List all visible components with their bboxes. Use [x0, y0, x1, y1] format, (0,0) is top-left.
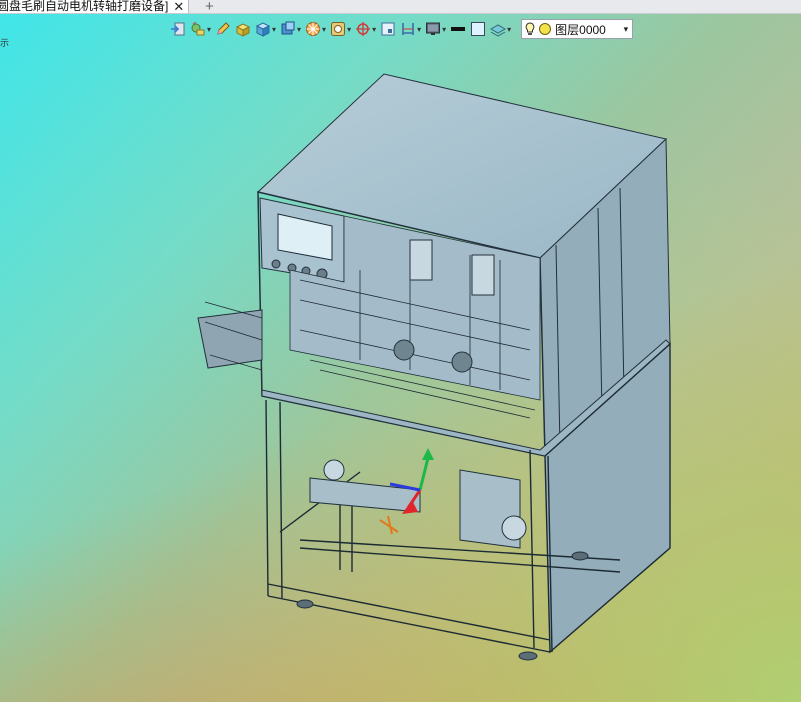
import-icon [171, 22, 185, 36]
box-icon [235, 23, 251, 37]
layer-name: 图层0000 [555, 22, 606, 37]
snap-icon [331, 22, 346, 36]
cube-button[interactable]: ▾ [255, 21, 276, 37]
view-cube-button[interactable]: ▾ [280, 21, 301, 37]
section-button[interactable]: ▾ [305, 21, 326, 37]
import-button[interactable] [170, 21, 186, 37]
render-style-icon [191, 21, 205, 36]
tab-title: 圆盘毛刷自动电机转轴打磨设备] [0, 0, 169, 13]
chevron-down-icon: ▾ [347, 24, 352, 34]
tab-bar: 圆盘毛刷自动电机转轴打磨设备] ✕ + [0, 0, 801, 15]
monitor-icon [426, 22, 441, 35]
chevron-down-icon: ▾ [507, 24, 512, 34]
white-square-icon [471, 22, 486, 36]
foot [571, 551, 589, 561]
pivot-button[interactable]: ▾ [355, 21, 376, 37]
cube-icon [255, 22, 271, 37]
display-button[interactable]: ▾ [425, 21, 446, 37]
brush-disc [393, 339, 415, 361]
render-style-button[interactable]: ▾ [190, 21, 211, 37]
pulley [501, 515, 527, 541]
knob [271, 259, 281, 269]
chevron-down-icon: ▾ [417, 24, 422, 34]
chevron-down-icon: ▾ [322, 24, 327, 34]
layer-color-icon [539, 23, 552, 35]
snap-button[interactable]: ▾ [330, 21, 351, 37]
view-cube-icon [281, 21, 295, 35]
close-icon[interactable]: ✕ [173, 0, 184, 13]
chevron-down-icon: ▾ [442, 24, 447, 34]
fill-color-button[interactable] [470, 21, 486, 37]
document-tab[interactable]: 圆盘毛刷自动电机转轴打磨设备] ✕ [0, 0, 190, 13]
viewport-hint-text: 示 [0, 38, 10, 48]
layer-stack-icon [490, 24, 507, 37]
box-button[interactable] [235, 21, 251, 37]
pencil-icon [217, 22, 230, 35]
line-color-button[interactable] [450, 21, 466, 37]
foot [518, 651, 538, 661]
sketch-button[interactable] [215, 21, 231, 37]
machine-3d-model[interactable] [0, 0, 801, 702]
chevron-down-icon: ▾ [207, 24, 212, 34]
cylinder [409, 239, 433, 281]
brush-disc [451, 351, 473, 373]
frame-button[interactable] [380, 21, 396, 37]
dimension-button[interactable]: ▾ [400, 21, 421, 37]
chevron-down-icon: ▾ [372, 24, 377, 34]
lightbulb-icon[interactable] [525, 22, 535, 36]
pulley [323, 459, 345, 481]
chevron-down-icon: ▾ [297, 24, 302, 34]
foot [296, 599, 314, 609]
add-tab-icon[interactable]: + [205, 0, 214, 15]
chevron-down-icon: ▾ [623, 23, 629, 34]
feed-conveyor [197, 309, 263, 369]
section-icon [306, 22, 321, 36]
frame-icon [381, 22, 395, 36]
crosshair-icon [356, 22, 371, 36]
layer-dropdown[interactable]: 图层0000 ▾ [521, 19, 634, 39]
motor-mount [309, 477, 421, 513]
cylinder [471, 254, 495, 296]
layer-manager-button[interactable]: ▾ [490, 21, 511, 37]
dimension-icon [402, 23, 414, 35]
black-line-icon [451, 27, 466, 31]
chevron-down-icon: ▾ [272, 24, 277, 34]
view-toolbar: ▾ ▾ ▾ ▾ ▾ ▾ ▾ ▾ ▾ 图层0000 ▾ [170, 18, 634, 40]
